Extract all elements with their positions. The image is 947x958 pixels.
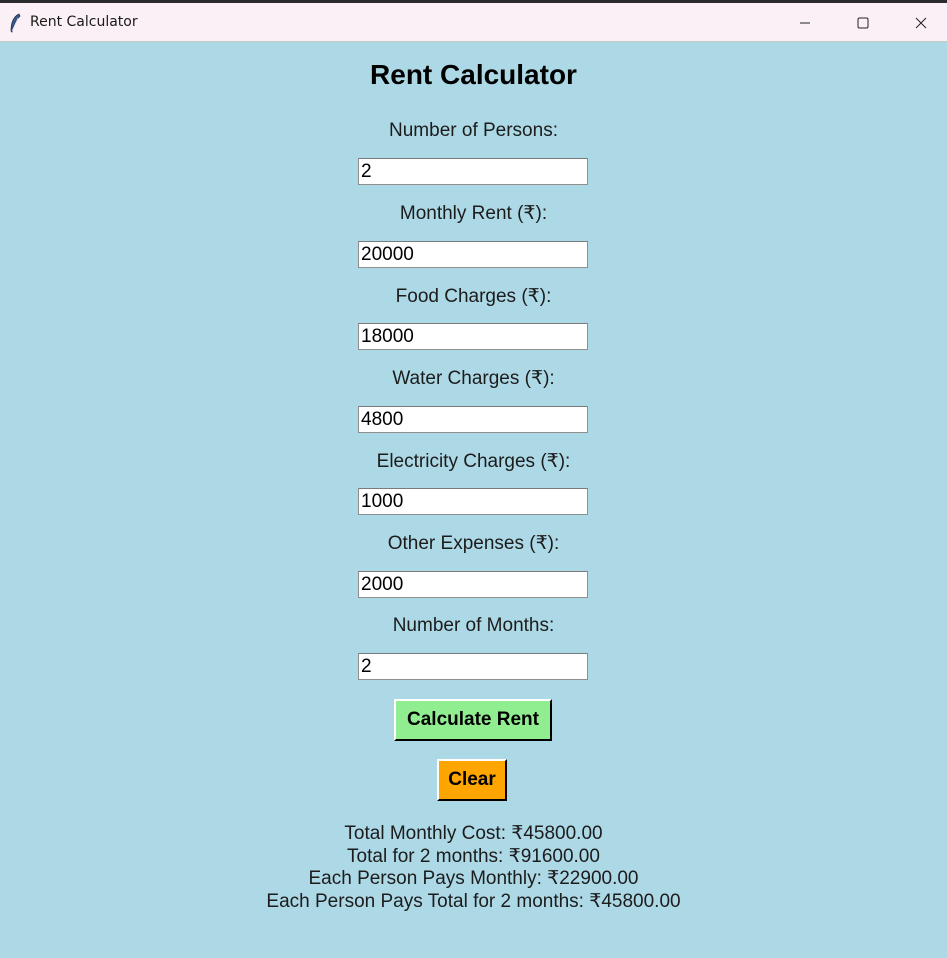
window-titlebar: Rent Calculator [0,0,947,42]
other-expenses-input[interactable] [358,571,588,598]
food-charges-label: Food Charges (₹): [395,286,552,307]
close-button[interactable] [892,3,947,42]
electricity-charges-input[interactable] [358,488,588,515]
electricity-charges-label: Electricity Charges (₹): [376,451,571,472]
months-label: Number of Months: [392,615,555,636]
close-icon [915,17,927,29]
window-title: Rent Calculator [30,14,138,30]
minimize-icon [799,17,811,29]
feather-icon [8,13,22,33]
water-charges-label: Water Charges (₹): [392,368,555,389]
maximize-icon [857,17,869,29]
food-charges-input[interactable] [358,323,588,350]
monthly-rent-input[interactable] [358,241,588,268]
water-charges-input[interactable] [358,406,588,433]
maximize-button[interactable] [834,3,892,42]
monthly-rent-label: Monthly Rent (₹): [399,203,548,224]
minimize-button[interactable] [776,3,834,42]
total-monthly-cost-text: Total Monthly Cost: ₹45800.00 [344,823,603,844]
other-expenses-label: Other Expenses (₹): [387,533,560,554]
page-title: Rent Calculator [370,59,577,90]
main-panel: Rent Calculator Number of Persons: Month… [0,42,947,958]
results-panel: Total Monthly Cost: ₹45800.00 Total for … [0,823,947,913]
persons-label: Number of Persons: [389,120,558,141]
total-for-months-text: Total for 2 months: ₹91600.00 [347,845,600,867]
persons-input[interactable] [358,158,588,185]
months-input[interactable] [358,653,588,680]
clear-button[interactable]: Clear [437,759,507,801]
per-person-total-text: Each Person Pays Total for 2 months: ₹45… [266,890,681,912]
per-person-monthly-text: Each Person Pays Monthly: ₹22900.00 [308,868,639,889]
calculate-rent-button[interactable]: Calculate Rent [394,699,552,741]
